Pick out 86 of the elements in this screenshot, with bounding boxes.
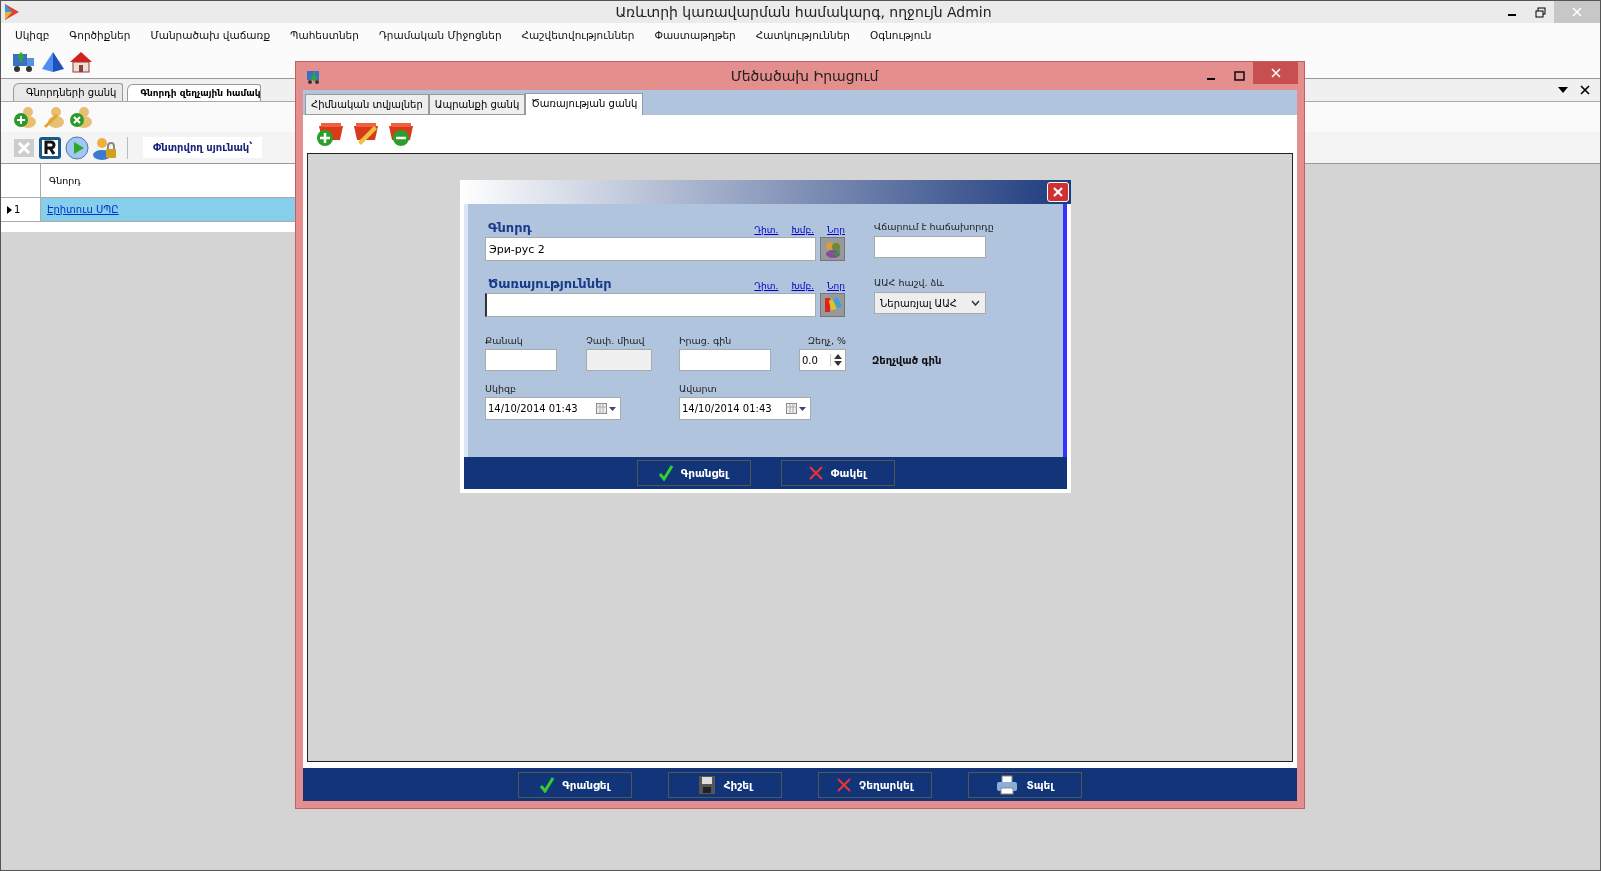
menu-item[interactable]: Պահեստներ [290,28,359,41]
restore-icon [1534,6,1546,18]
close-button[interactable] [1047,182,1069,202]
customer-picker-button[interactable] [820,237,845,261]
close-icon [1572,7,1582,17]
current-row-icon [7,205,12,214]
discount-spinner[interactable]: 0.0 [799,349,846,371]
app-icon [306,68,322,84]
pyramid-icon[interactable] [41,51,65,73]
menu-item[interactable]: Սկիզբ [15,28,50,41]
services-picker-button[interactable] [820,293,845,317]
document-tab[interactable]: Գնորդի զեղչային համակ [127,84,262,101]
truck-icon[interactable] [11,50,37,74]
services-link[interactable]: Նոր [827,281,845,291]
maximize-icon [1233,71,1245,81]
menu-item[interactable]: Փաստաթղթեր [654,28,736,41]
menu-item[interactable]: Հատկություններ [755,28,850,41]
price-field[interactable] [679,349,771,371]
cross-icon [837,777,852,792]
end-date-label: Ավարտ [679,383,718,394]
customer-label: Գնորդ [487,220,532,235]
unit-label: Չափ. միավ [586,335,646,346]
calendar-icon [786,403,806,414]
delete-person-icon[interactable] [69,106,93,128]
close-icon [1053,187,1063,197]
house-icon[interactable] [69,50,93,74]
payer-label: Վճարում է հաճախորդը [874,221,994,232]
footer-button[interactable]: Չեղարկել [818,771,932,798]
spin-down-icon[interactable] [834,361,842,366]
tab[interactable]: Հիմնական տվյալներ [305,94,429,115]
close-button[interactable] [1253,62,1298,84]
vat-label: ԱԱՀ հաշվ. ձև [874,277,945,288]
price-label: Իրաց. գին [679,335,733,346]
chevron-down-icon [971,300,980,306]
start-date-picker[interactable]: 14/10/2014 01:43 [485,397,621,420]
menu-item[interactable]: Օգնություն [870,28,932,41]
add-person-icon[interactable] [13,106,37,128]
spin-up-icon[interactable] [834,354,842,359]
minimize-icon [1508,14,1516,16]
customer-link[interactable]: Դիտ. [754,225,779,235]
dialog-title: Մեծածախ Իրացում [729,68,880,84]
menu-item[interactable]: Մանրածախ վաճառք [150,28,271,41]
column-header[interactable]: Գնորդ [41,164,81,197]
start-date-label: Սկիզբ [485,383,518,394]
customer-link[interactable]: Նոր [827,225,845,235]
checkmark-icon [540,776,555,793]
search-column-label: Փնտրվող սյունակ՝ [143,137,263,158]
checkmark-icon [658,465,673,481]
color-swatches-icon [823,296,842,314]
document-tab[interactable]: Գնորդների ցանկ [13,83,124,101]
window-title: Առևտրի կառավարման համակարգ, ողջույն Admin [614,4,993,20]
services-link[interactable]: Դիտ. [754,281,779,291]
payer-field[interactable] [874,236,986,258]
row-number: 1 [14,204,21,215]
people-icon [823,240,842,258]
dialog-button[interactable]: Փակել [780,460,895,486]
end-date-picker[interactable]: 14/10/2014 01:43 [679,397,811,420]
footer-button[interactable]: Հիշել [668,771,782,798]
discounted-price-label: Զեղչված գին [872,355,942,366]
quantity-field[interactable] [485,349,557,371]
close-icon [1270,68,1281,78]
services-link[interactable]: Խմբ. [791,281,814,291]
dialog-button[interactable]: Գրանցել [636,460,751,486]
menu-item[interactable]: Գործիքներ [69,28,131,41]
discount-label: Զեղչ, % [806,335,846,346]
vat-dropdown[interactable]: Ներառյալ ԱԱՀ [874,292,986,314]
app-logo-icon [5,4,19,20]
footer-button[interactable]: Գրանցել [518,771,632,798]
services-label: Ծառայություններ [487,276,612,291]
customer-link[interactable]: Խմբ. [791,225,814,235]
services-field[interactable] [485,293,816,317]
dropdown-caret-icon[interactable] [1558,87,1568,93]
quantity-label: Քանակ [485,335,524,346]
tab[interactable]: Ծառայության ցանկ [525,93,644,115]
footer-button[interactable]: Տպել [968,771,1082,798]
menu-item[interactable]: Դրամական Միջոցներ [378,28,502,41]
cross-icon [808,466,823,480]
user-lock-icon[interactable] [92,135,118,160]
customer-field[interactable]: Эри-рус 2 [485,237,816,261]
customer-link[interactable]: Էրիտուս ՍՊԸ [47,204,119,215]
calendar-icon [596,403,616,414]
printer-icon [996,774,1019,795]
close-icon[interactable] [1580,85,1590,95]
tab[interactable]: Ապրանքի ցանկ [428,94,526,115]
menu-item[interactable]: Հաշվետվություններ [521,28,635,41]
report-icon[interactable] [38,135,62,160]
